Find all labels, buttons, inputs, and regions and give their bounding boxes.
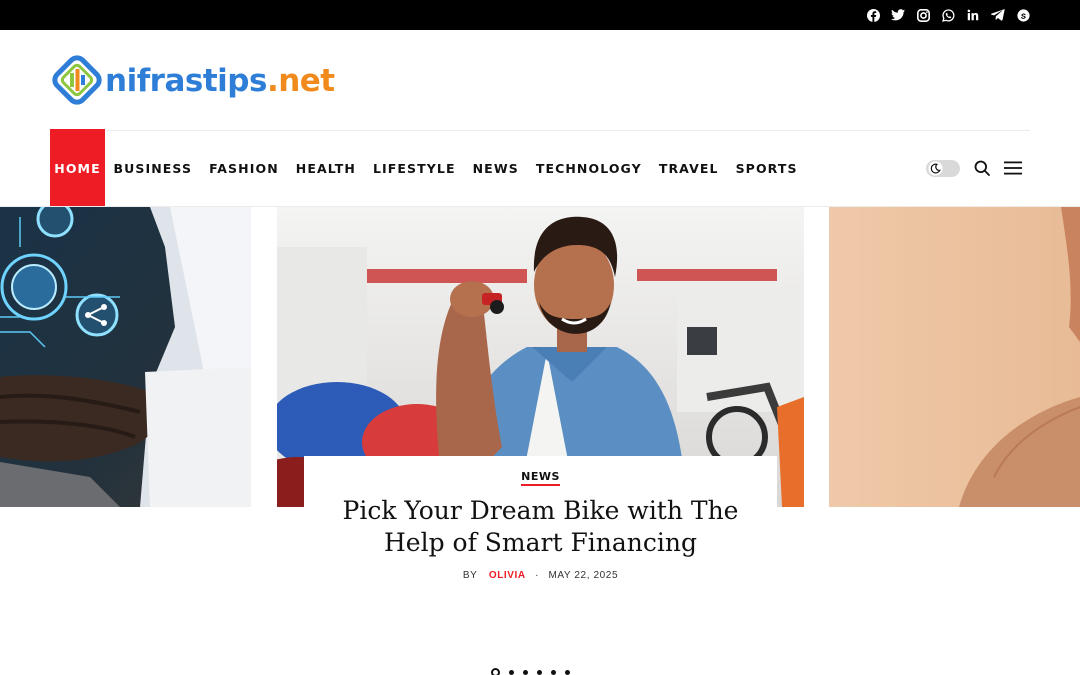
top-bar (0, 0, 1080, 30)
slider-dot[interactable] (537, 670, 542, 675)
post-author[interactable]: OLIVIA (489, 570, 526, 581)
nav-item-business[interactable]: BUSINESS (105, 129, 201, 207)
social-links (866, 7, 1030, 23)
meta-separator: · (535, 570, 540, 581)
slider-dot[interactable] (551, 670, 556, 675)
linkedin-icon[interactable] (966, 7, 980, 23)
nav-item-health[interactable]: HEALTH (287, 129, 364, 207)
dark-mode-toggle[interactable] (926, 159, 960, 177)
nav-item-lifestyle[interactable]: LIFESTYLE (364, 129, 464, 207)
post-category-badge[interactable]: NEWS (521, 470, 560, 486)
slide-image-beauty[interactable] (829, 207, 1080, 507)
instagram-icon[interactable] (916, 7, 930, 23)
nav-item-news[interactable]: NEWS (464, 129, 527, 207)
facebook-icon[interactable] (866, 7, 880, 23)
header-tools (926, 159, 1022, 177)
moon-icon (928, 160, 943, 176)
twitter-icon[interactable] (891, 7, 905, 23)
telegram-icon[interactable] (991, 7, 1005, 23)
nav-item-travel[interactable]: TRAVEL (650, 129, 727, 207)
skype-icon[interactable] (1016, 7, 1030, 23)
nav-item-home[interactable]: HOME (50, 129, 105, 207)
whatsapp-icon[interactable] (941, 7, 955, 23)
nav-item-technology[interactable]: TECHNOLOGY (527, 129, 650, 207)
logo-wordmark: nifrastips.net (105, 63, 335, 99)
slider-dot[interactable] (491, 668, 500, 675)
nav-item-sports[interactable]: SPORTS (727, 129, 806, 207)
slider-dot[interactable] (509, 670, 514, 675)
post-title[interactable]: Pick Your Dream Bike with The Help of Sm… (324, 495, 757, 559)
slider-dot[interactable] (565, 670, 570, 675)
nav-item-fashion[interactable]: FASHION (201, 129, 288, 207)
slider-dot[interactable] (523, 670, 528, 675)
slider-pagination (491, 668, 570, 675)
featured-post-card: NEWS Pick Your Dream Bike with The Help … (304, 456, 777, 596)
main-nav: HOME BUSINESS FASHION HEALTH LIFESTYLE N… (50, 129, 806, 207)
logo-mark-icon (52, 55, 102, 105)
search-icon[interactable] (973, 159, 991, 177)
post-meta: BY OLIVIA · MAY 22, 2025 (304, 570, 777, 581)
slide-image-technology[interactable] (0, 207, 251, 507)
hamburger-menu-icon[interactable] (1004, 159, 1022, 177)
site-logo[interactable]: nifrastips.net (50, 53, 335, 107)
post-date: MAY 22, 2025 (548, 570, 619, 581)
post-by-label: BY (462, 570, 478, 581)
